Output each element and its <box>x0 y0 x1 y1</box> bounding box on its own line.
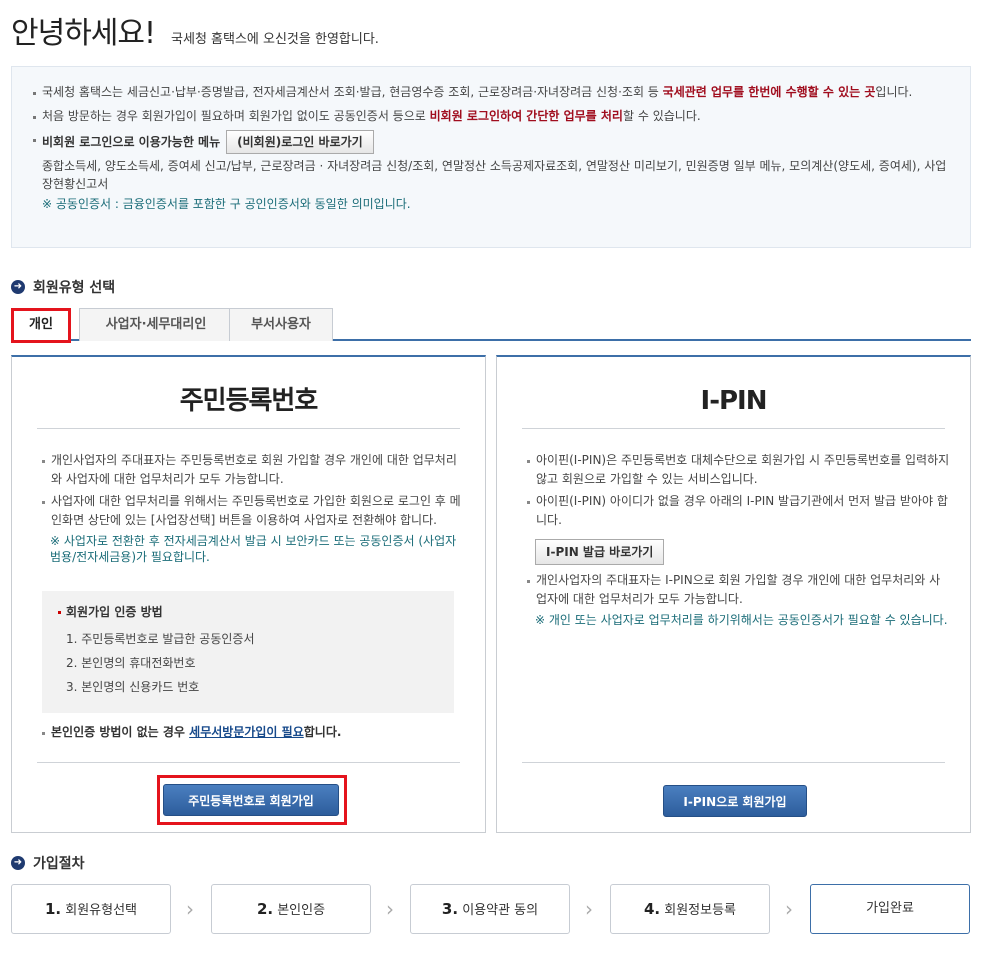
guest-menu-list: 종합소득세, 양도소득세, 증여세 신고/납부, 근로장려금 · 자녀장려금 신… <box>42 159 947 191</box>
chevron-right-icon: › <box>186 897 194 921</box>
step-2: 2. 본인인증 <box>211 884 371 934</box>
list-item: 사업자에 대한 업무처리를 위해서는 주민등록번호로 가입한 회원으로 로그인 … <box>40 492 465 530</box>
circle-arrow-icon: ➜ <box>11 856 25 870</box>
card-body: 아이핀(I-PIN)은 주민등록번호 대체수단으로 회원가입 시 주민등록번호를… <box>525 451 950 634</box>
tab-individual[interactable]: 개인 <box>11 308 71 343</box>
guest-menu-label: 비회원 로그인으로 이용가능한 메뉴 <box>42 134 221 149</box>
list-item: 아이핀(I-PIN)은 주민등록번호 대체수단으로 회원가입 시 주민등록번호를… <box>525 451 950 489</box>
business-note: ※ 사업자로 전환한 후 전자세금계산서 발급 시 보안카드 또는 공동인증서 … <box>50 534 457 564</box>
step-1: 1. 회원유형선택 <box>11 884 171 934</box>
auth-methods-box: 회원가입 인증 방법 1. 주민등록번호로 발급한 공동인증서 2. 본인명의 … <box>42 591 454 713</box>
auth-method-item: 1. 주민등록번호로 발급한 공동인증서 <box>66 632 255 646</box>
ipin-signup-button[interactable]: I-PIN으로 회원가입 <box>663 785 807 817</box>
office-visit-link[interactable]: 세무서방문가입이 필요 <box>189 725 304 739</box>
chevron-right-icon: › <box>785 897 793 921</box>
chevron-right-icon: › <box>386 897 394 921</box>
auth-method-item: 3. 본인명의 신용카드 번호 <box>66 680 200 694</box>
member-type-heading: ➜ 회원유형 선택 <box>11 277 115 297</box>
resident-number-card: 주민등록번호 개인사업자의 주대표자는 주민등록번호로 회원 가입할 경우 개인… <box>11 355 486 833</box>
greeting: 안녕하세요! 국세청 홈택스에 오신것을 한영합니다. <box>11 8 379 52</box>
step-5: 가입완료 <box>810 884 970 934</box>
list-item: 개인사업자의 주대표자는 I-PIN으로 회원 가입할 경우 개인에 대한 업무… <box>525 571 950 609</box>
step-3: 3. 이용약관 동의 <box>410 884 570 934</box>
divider <box>37 762 460 763</box>
info-box: 국세청 홈택스는 세금신고·납부·증명발급, 전자세금계산서 조회·발급, 현금… <box>11 66 971 248</box>
resident-signup-button[interactable]: 주민등록번호로 회원가입 <box>163 784 339 816</box>
chevron-right-icon: › <box>585 897 593 921</box>
list-item: 개인사업자의 주대표자는 주민등록번호로 회원 가입할 경우 개인에 대한 업무… <box>40 451 465 489</box>
guest-menu-row: 비회원 로그인으로 이용가능한 메뉴 (비회원)로그인 바로가기 <box>32 130 950 154</box>
member-type-tabs: 개인 사업자·세무대리인 부서사용자 <box>11 308 971 343</box>
card-title: I-PIN <box>522 379 945 429</box>
ipin-issue-button[interactable]: I-PIN 발급 바로가기 <box>535 539 665 565</box>
info-line-2: 처음 방문하는 경우 회원가입이 필요하며 회원가입 없이도 공동인증서 등으로… <box>32 107 950 126</box>
auth-method-item: 2. 본인명의 휴대전화번호 <box>66 656 196 670</box>
process-heading: ➜ 가입절차 <box>11 853 85 873</box>
signup-steps: 1. 회원유형선택 › 2. 본인인증 › 3. 이용약관 동의 › 4. 회원… <box>11 884 971 934</box>
greeting-title: 안녕하세요! <box>11 16 156 51</box>
auth-methods-title: 회원가입 인증 방법 <box>56 603 440 621</box>
ipin-card: I-PIN 아이핀(I-PIN)은 주민등록번호 대체수단으로 회원가입 시 주… <box>496 355 971 833</box>
ipin-note: ※ 개인 또는 사업자로 업무처리를 하기위해서는 공동인증서가 필요할 수 있… <box>535 613 948 627</box>
office-visit-line: 본인인증 방법이 없는 경우 세무서방문가입이 필요합니다. <box>40 723 465 742</box>
card-body: 개인사업자의 주대표자는 주민등록번호로 회원 가입할 경우 개인에 대한 업무… <box>40 451 465 713</box>
list-item: 아이핀(I-PIN) 아이디가 없을 경우 아래의 I-PIN 발급기관에서 먼… <box>525 492 950 530</box>
divider <box>522 762 945 763</box>
info-line-1: 국세청 홈택스는 세금신고·납부·증명발급, 전자세금계산서 조회·발급, 현금… <box>32 83 950 102</box>
tab-business[interactable]: 사업자·세무대리인 <box>79 308 233 341</box>
card-title: 주민등록번호 <box>37 379 460 429</box>
certificate-note: ※ 공동인증서 : 금융인증서를 포함한 구 공인인증서와 동일한 의미입니다. <box>42 197 411 211</box>
step-4: 4. 회원정보등록 <box>610 884 770 934</box>
greeting-subtitle: 국세청 홈택스에 오신것을 한영합니다. <box>171 32 379 47</box>
guest-login-button[interactable]: (비회원)로그인 바로가기 <box>226 130 374 154</box>
circle-arrow-icon: ➜ <box>11 280 25 294</box>
tab-department[interactable]: 부서사용자 <box>229 308 333 341</box>
